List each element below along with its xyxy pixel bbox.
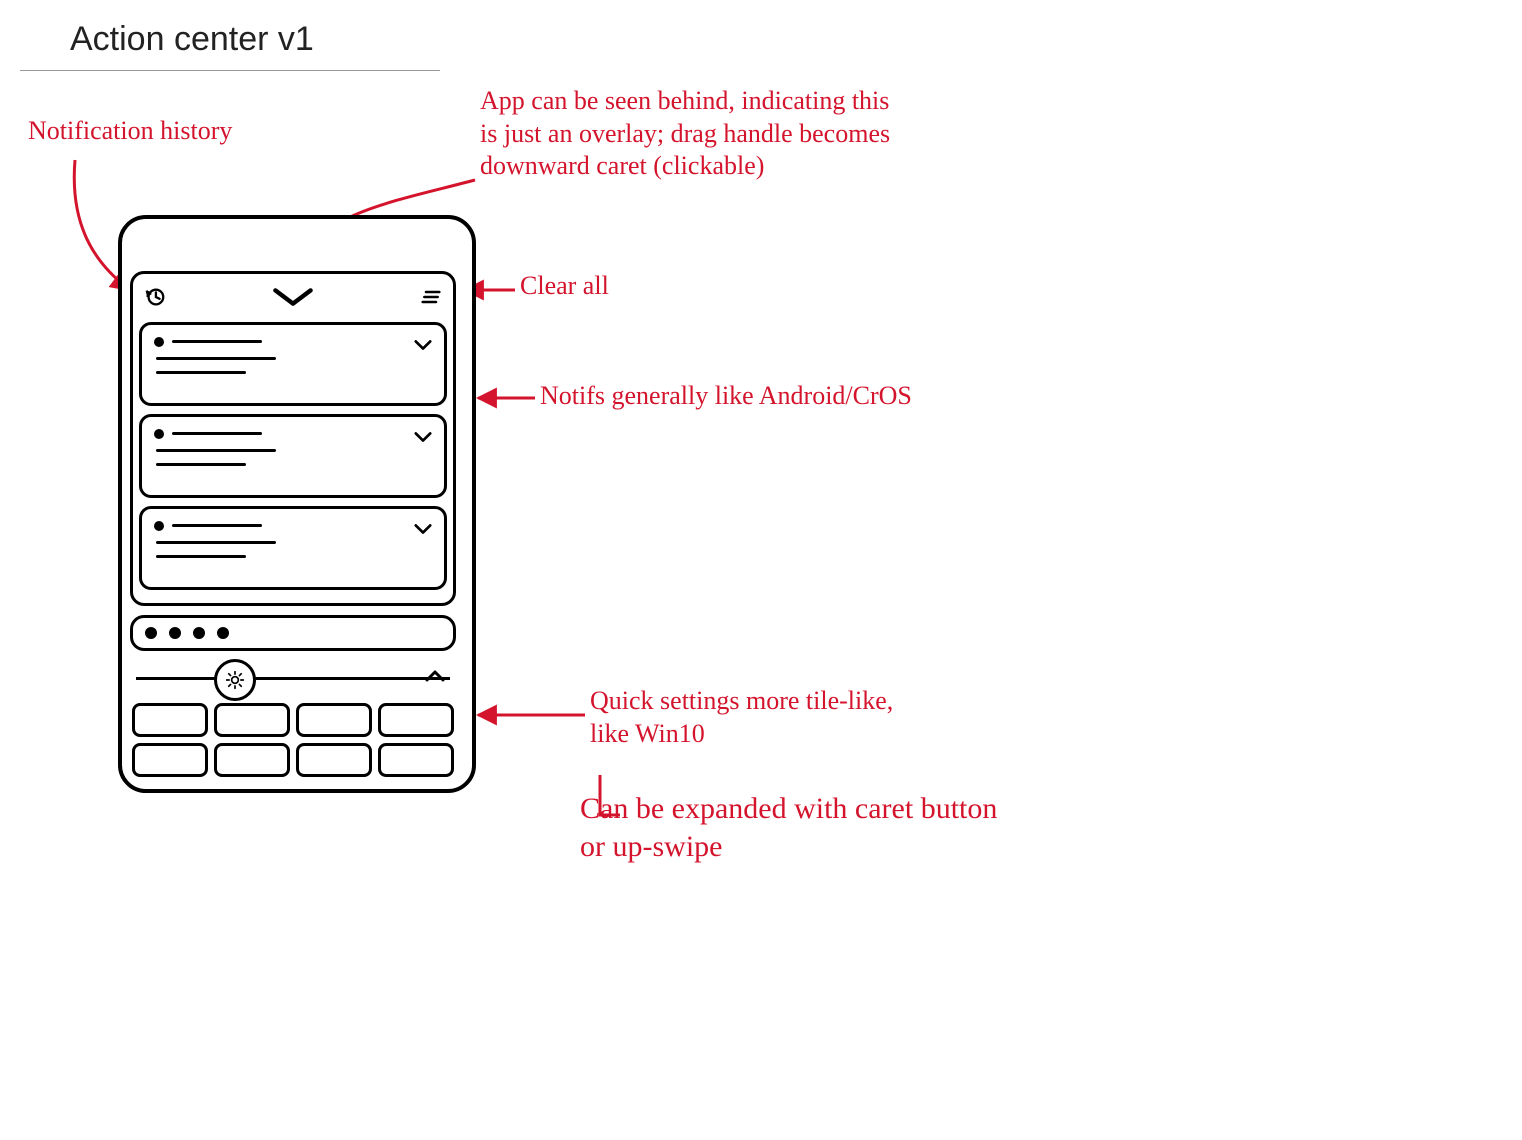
app-icon-placeholder <box>154 521 164 531</box>
quick-tile[interactable] <box>296 743 372 777</box>
brightness-slider[interactable] <box>136 663 450 693</box>
anno-expandable: Can be expanded with caret button or up-… <box>580 790 997 865</box>
page-title: Action center v1 <box>70 20 314 59</box>
clear-all-button[interactable] <box>419 285 443 309</box>
history-button[interactable] <box>143 285 167 309</box>
pager-dot[interactable] <box>217 627 229 639</box>
app-icon-placeholder <box>154 337 164 347</box>
chevron-up-icon <box>425 669 445 683</box>
quick-tile[interactable] <box>214 703 290 737</box>
brightness-icon <box>225 670 245 690</box>
notif-text-placeholder <box>156 371 246 374</box>
app-icon-placeholder <box>154 429 164 439</box>
notif-text-placeholder <box>156 555 246 558</box>
expand-notif-chevron[interactable] <box>414 335 432 356</box>
expand-notif-chevron[interactable] <box>414 519 432 540</box>
notif-text-placeholder <box>156 357 276 360</box>
phone-mock <box>118 215 468 785</box>
notif-title-placeholder <box>172 432 262 435</box>
drag-handle-caret[interactable] <box>167 286 419 308</box>
slider-thumb[interactable] <box>214 659 256 701</box>
notification-card[interactable] <box>139 506 447 590</box>
expand-notif-chevron[interactable] <box>414 427 432 448</box>
anno-notifs: Notifs generally like Android/CrOS <box>540 380 912 413</box>
notif-text-placeholder <box>156 541 276 544</box>
pagination-dots[interactable] <box>130 615 456 651</box>
notification-card[interactable] <box>139 414 447 498</box>
anno-history: Notification history <box>28 115 232 148</box>
quick-settings-grid <box>132 703 454 777</box>
quick-tile[interactable] <box>214 743 290 777</box>
chevron-down-icon <box>414 523 432 535</box>
chevron-down-icon <box>263 286 323 308</box>
notif-title-placeholder <box>172 524 262 527</box>
quick-tile[interactable] <box>132 703 208 737</box>
shade-header <box>139 280 447 314</box>
quick-tile[interactable] <box>378 703 454 737</box>
quick-tile[interactable] <box>296 703 372 737</box>
quick-tile[interactable] <box>132 743 208 777</box>
anno-overlay: App can be seen behind, indicating this … <box>480 85 890 183</box>
pager-dot[interactable] <box>169 627 181 639</box>
slider-track <box>136 677 450 680</box>
pager-dot[interactable] <box>145 627 157 639</box>
notif-text-placeholder <box>156 463 246 466</box>
chevron-down-icon <box>414 431 432 443</box>
chevron-down-icon <box>414 339 432 351</box>
pager-dot[interactable] <box>193 627 205 639</box>
title-underline <box>20 70 440 71</box>
notification-shade <box>130 271 456 606</box>
quick-tile[interactable] <box>378 743 454 777</box>
history-icon <box>144 286 166 308</box>
notif-text-placeholder <box>156 449 276 452</box>
clear-all-icon <box>419 287 443 307</box>
anno-quick-settings: Quick settings more tile-like, like Win1… <box>590 685 893 750</box>
notification-card[interactable] <box>139 322 447 406</box>
expand-quick-settings-caret[interactable] <box>420 663 450 689</box>
anno-clear-all: Clear all <box>520 270 609 303</box>
notif-title-placeholder <box>172 340 262 343</box>
